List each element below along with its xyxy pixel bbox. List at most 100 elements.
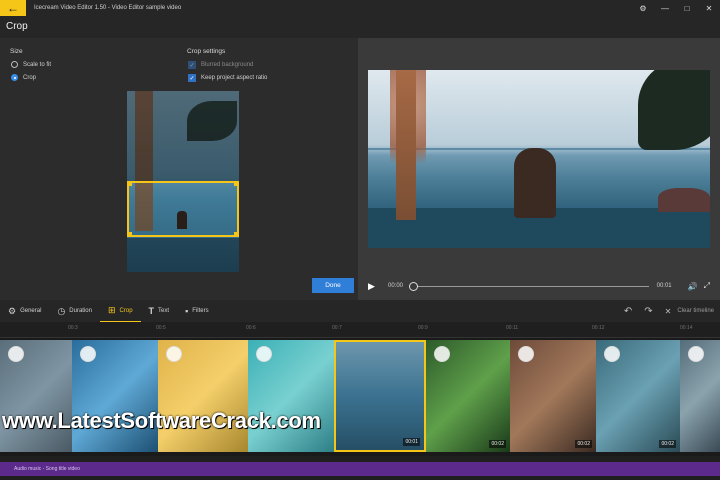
clip-duration: 00:02 [489, 440, 506, 448]
player-controls: ▶ 00:00 00:01 🔊 ⤢ [368, 278, 710, 294]
radio-icon [11, 61, 18, 68]
ruler-label: 00:6 [246, 325, 256, 331]
clip-options-icon[interactable] [166, 346, 182, 362]
checkmark-icon: ✓ [188, 74, 196, 82]
crop-handle[interactable] [127, 181, 132, 186]
settings-icon[interactable]: ⚙ [632, 0, 654, 16]
option-label: Keep project aspect ratio [201, 75, 268, 81]
window-title: Icecream Video Editor 1.50 - Video Edito… [34, 5, 182, 11]
seek-bar[interactable] [409, 281, 649, 291]
checkmark-icon: ✓ [188, 61, 196, 69]
tab-label: General [20, 308, 42, 314]
tab-duration[interactable]: ◷ Duration [49, 300, 100, 322]
ruler-label: 00:14 [680, 325, 693, 331]
timeline-clip[interactable]: 00:02 [596, 340, 680, 452]
blurred-background-checkbox[interactable]: ✓ Blurred background [188, 61, 253, 69]
close-button[interactable]: ✕ [698, 0, 720, 16]
crop-icon: ⊞ [107, 305, 116, 315]
clip-options-icon[interactable] [80, 346, 96, 362]
timeline-clip[interactable] [248, 340, 334, 452]
timeline-clip[interactable]: 00:02 [426, 340, 510, 452]
crop-mask-top [127, 91, 239, 181]
option-label: Scale to fit [23, 61, 52, 68]
size-label: Size [10, 48, 23, 55]
ruler-label: 00:11 [506, 325, 519, 331]
scale-to-fit-option[interactable]: Scale to fit [11, 61, 51, 68]
edit-tabs: ⚙ General ◷ Duration ⊞ Crop T Text ▪ Fil… [0, 300, 720, 322]
window-controls: ⚙ — □ ✕ [632, 0, 720, 16]
crop-settings-label: Crop settings [187, 48, 226, 55]
clip-options-icon[interactable] [256, 346, 272, 362]
ruler-label: 00:7 [332, 325, 342, 331]
current-time: 00:00 [388, 283, 404, 289]
crop-handle[interactable] [234, 232, 239, 237]
title-bar: ← Icecream Video Editor 1.50 - Video Edi… [0, 0, 720, 16]
radio-selected-icon [11, 74, 18, 81]
ruler-label: 00:12 [592, 325, 605, 331]
maximize-button[interactable]: □ [676, 0, 698, 16]
ruler-label: 00:3 [68, 325, 78, 331]
timeline-ruler: 00:3 00:5 00:6 00:7 00:9 00:11 00:12 00:… [0, 322, 720, 338]
timeline-actions: ↶ ↷ ✕ Clear timeline [618, 300, 714, 322]
fullscreen-icon[interactable]: ⤢ [704, 281, 710, 291]
tab-label: Text [158, 308, 170, 314]
palm-leaves [638, 70, 710, 150]
timeline-clip[interactable] [0, 340, 72, 452]
clear-timeline-button[interactable]: Clear timeline [677, 308, 714, 314]
done-button[interactable]: Done [312, 278, 354, 293]
clip-options-icon[interactable] [518, 346, 534, 362]
clip-options-icon[interactable] [688, 346, 704, 362]
ruler-label: 00:5 [156, 325, 166, 331]
timeline-clip[interactable] [158, 340, 248, 452]
undo-icon[interactable]: ↶ [624, 306, 632, 317]
close-icon[interactable]: ✕ [665, 307, 672, 316]
audio-track[interactable]: Audio music - Song title video [0, 462, 720, 476]
clip-duration: 00:02 [659, 440, 676, 448]
back-arrow-icon[interactable]: ← [0, 0, 26, 16]
page-title: Crop [6, 21, 28, 32]
clip-options-icon[interactable] [434, 346, 450, 362]
volume-icon[interactable]: 🔊 [688, 282, 698, 291]
tab-label: Filters [192, 308, 209, 314]
filters-icon: ▪ [185, 306, 189, 316]
end-time: 00:01 [656, 283, 672, 289]
clip-duration: 00:02 [575, 440, 592, 448]
audio-label: Audio music - Song title video [14, 466, 80, 472]
rocks [658, 188, 710, 212]
tab-text[interactable]: T Text [141, 300, 178, 322]
clip-options-icon[interactable] [604, 346, 620, 362]
crop-handle[interactable] [127, 232, 132, 237]
tab-filters[interactable]: ▪ Filters [177, 300, 217, 322]
clip-options-icon[interactable] [8, 346, 24, 362]
redo-icon[interactable]: ↷ [644, 306, 652, 317]
tab-general[interactable]: ⚙ General [0, 300, 49, 322]
timeline-clip[interactable]: 00:02 [510, 340, 596, 452]
timeline-clip-selected[interactable]: 00:01 [334, 340, 426, 452]
video-preview [368, 70, 710, 248]
watermark-text: www.LatestSoftwareCrack.com [2, 408, 321, 433]
clock-icon: ◷ [57, 305, 66, 316]
option-label: Blurred background [201, 62, 254, 68]
keep-aspect-ratio-checkbox[interactable]: ✓ Keep project aspect ratio [188, 74, 267, 82]
option-label: Crop [23, 74, 37, 81]
seek-thumb[interactable] [409, 281, 419, 291]
timeline-clip[interactable] [72, 340, 158, 452]
clip-duration: 00:01 [403, 438, 420, 446]
tab-label: Duration [69, 308, 92, 314]
ruler-label: 00:9 [418, 325, 428, 331]
person [514, 148, 556, 218]
minimize-button[interactable]: — [654, 0, 676, 16]
tree-trunk [396, 70, 416, 220]
timeline-clip[interactable] [680, 340, 720, 452]
crop-option[interactable]: Crop [11, 74, 36, 81]
crop-handle[interactable] [234, 181, 239, 186]
crop-mask-bottom [127, 238, 239, 272]
tab-crop[interactable]: ⊞ Crop [99, 300, 141, 322]
page-header: Crop [0, 16, 720, 38]
gear-icon: ⚙ [8, 305, 17, 316]
crop-frame[interactable] [127, 181, 239, 237]
tab-label: Crop [119, 307, 133, 314]
play-icon[interactable]: ▶ [368, 281, 378, 291]
text-icon: T [148, 306, 155, 316]
timeline: 00:01 00:02 00:02 00:02 [0, 338, 720, 456]
